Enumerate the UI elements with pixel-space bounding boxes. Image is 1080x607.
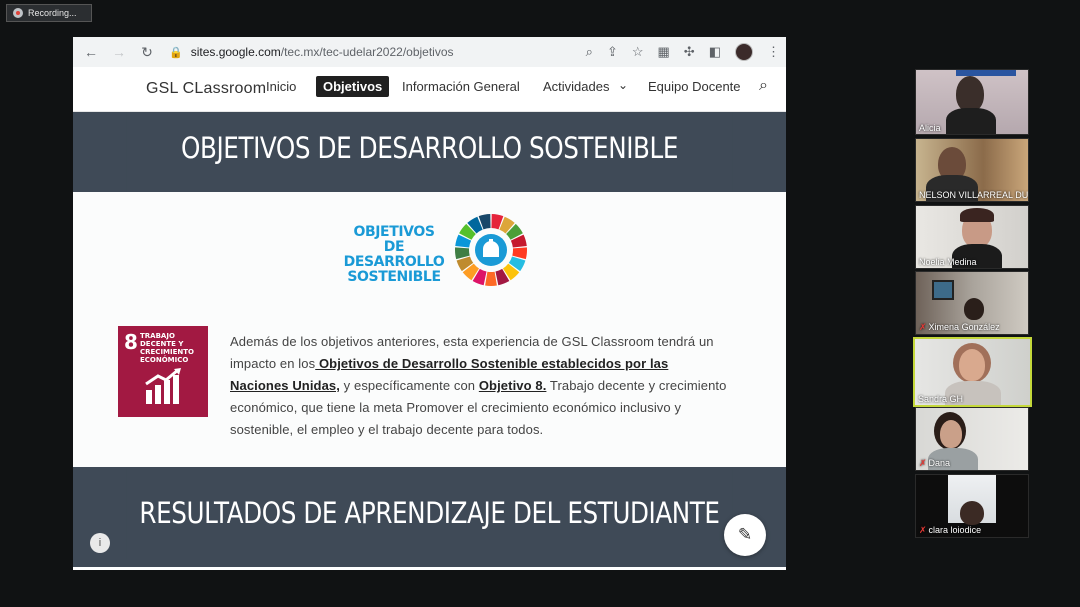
qr-code-icon[interactable]: ▦ xyxy=(658,44,670,60)
participant-tile[interactable]: ✗ clara loiodice xyxy=(915,474,1029,538)
participant-body xyxy=(946,108,996,134)
sdg-logo: OBJETIVOS DE DESARROLLO SOSTENIBLE xyxy=(338,212,538,292)
bookmark-star-icon[interactable]: ☆ xyxy=(632,44,644,60)
zoom-search-icon[interactable]: ⌕ xyxy=(586,44,593,60)
participant-name: Alicia xyxy=(919,123,941,133)
mic-muted-icon: ✗ xyxy=(919,322,927,332)
mic-muted-icon: ✗ xyxy=(919,458,927,468)
lock-icon[interactable]: 🔒 xyxy=(169,46,183,59)
sdg-wheel-segment xyxy=(485,271,497,286)
site-header: GSL CLassroom Inicio Objetivos Informaci… xyxy=(73,67,786,112)
nav-inicio[interactable]: Inicio xyxy=(266,79,296,94)
site-brand[interactable]: GSL CLassroom xyxy=(146,80,266,98)
participant-tile[interactable]: ✗ Dana xyxy=(915,407,1029,471)
recording-icon xyxy=(13,8,23,18)
side-panel-icon[interactable]: ◧ xyxy=(709,44,721,60)
participant-name-text: Ximena González xyxy=(928,322,1000,332)
participant-face xyxy=(960,501,984,525)
participant-face xyxy=(940,420,962,448)
heading-band: OBJETIVOS DE DESARROLLO SOSTENIBLE xyxy=(73,112,786,192)
video-edge xyxy=(956,70,1016,76)
participant-face xyxy=(959,349,985,381)
sdg-wheel-icon xyxy=(455,214,527,286)
forward-arrow-icon[interactable]: → xyxy=(109,44,129,60)
participant-name-text: Dana xyxy=(928,458,951,468)
kebab-menu-icon[interactable]: ⋮ xyxy=(767,44,780,60)
profile-avatar[interactable] xyxy=(735,43,753,61)
heading-band-2: RESULTADOS DE APRENDIZAJE DEL ESTUDIANTE… xyxy=(73,467,786,567)
reload-icon[interactable]: ↻ xyxy=(137,44,157,61)
address-bar[interactable]: sites.google.com/tec.mx/tec-udelar2022/o… xyxy=(191,45,454,59)
participant-tile[interactable]: Noelia Medina xyxy=(915,205,1029,269)
extensions-puzzle-icon[interactable]: ✣ xyxy=(684,44,695,60)
browser-window: ← → ↻ 🔒 sites.google.com/tec.mx/tec-udel… xyxy=(73,37,786,570)
sdg8-label: TRABAJO DECENTE Y CRECIMIENTO ECONÓMICO xyxy=(140,332,194,364)
sdg8-number: 8 xyxy=(124,330,138,354)
growth-chart-icon xyxy=(145,368,181,404)
sdg-logo-text: OBJETIVOS DE DESARROLLO SOSTENIBLE xyxy=(338,225,450,285)
recording-label: Recording... xyxy=(28,8,77,18)
participant-hair xyxy=(960,208,994,222)
url-host: sites.google.com xyxy=(190,45,281,59)
share-icon[interactable]: ⇪ xyxy=(607,44,618,60)
objetivo-8-link[interactable]: Objetivo 8. xyxy=(479,378,547,393)
participant-name: ✗ clara loiodice xyxy=(919,525,981,536)
chevron-down-icon[interactable]: ⌄ xyxy=(618,78,628,92)
participant-tile-speaking[interactable]: Sandra GH xyxy=(913,337,1032,407)
participant-name: ✗ Ximena González xyxy=(919,322,1000,333)
url-path: /tec.mx/tec-udelar2022/objetivos xyxy=(280,45,454,59)
info-icon[interactable]: i xyxy=(90,533,110,553)
logo-line-3: SOSTENIBLE xyxy=(347,269,441,285)
wall-picture xyxy=(932,280,954,300)
sdg8-badge: 8 TRABAJO DECENTE Y CRECIMIENTO ECONÓMIC… xyxy=(118,326,208,417)
content-section: OBJETIVOS DE DESARROLLO SOSTENIBLE 8 TRA… xyxy=(73,192,786,467)
nav-objetivos[interactable]: Objetivos xyxy=(316,76,390,97)
browser-toolbar: ← → ↻ 🔒 sites.google.com/tec.mx/tec-udel… xyxy=(73,37,786,67)
recording-indicator[interactable]: Recording... xyxy=(6,4,92,22)
search-icon[interactable]: ⌕ xyxy=(759,77,768,95)
participant-face xyxy=(956,76,984,112)
participant-name: ✗ Dana xyxy=(919,458,950,469)
participant-name-text: clara loiodice xyxy=(928,525,982,535)
nav-informacion-general[interactable]: Información General xyxy=(402,79,520,94)
section-heading-objetivos: OBJETIVOS DE DESARROLLO SOSTENIBLE xyxy=(126,112,733,192)
mic-muted-icon: ✗ xyxy=(919,525,927,535)
participant-tile[interactable]: ✗ Ximena González xyxy=(915,271,1029,335)
para-text-2: y específicamente con xyxy=(339,378,479,393)
logo-line-2: DE DESARROLLO xyxy=(343,239,445,270)
participant-name: NELSON VILLARREAL DU... xyxy=(919,190,1029,200)
edit-pencil-icon[interactable]: ✎ xyxy=(724,514,766,556)
participant-tile[interactable]: Alicia xyxy=(915,69,1029,135)
nav-actividades[interactable]: Actividades xyxy=(543,79,609,94)
logo-line-1: OBJETIVOS xyxy=(353,224,435,240)
sdg-paragraph: Además de los objetivos anteriores, esta… xyxy=(230,331,730,441)
participant-name: Noelia Medina xyxy=(919,257,977,267)
participant-face xyxy=(964,298,984,320)
participant-tile[interactable]: NELSON VILLARREAL DU... xyxy=(915,138,1029,202)
section-heading-resultados: RESULTADOS DE APRENDIZAJE DEL ESTUDIANTE xyxy=(126,467,733,559)
nav-equipo-docente[interactable]: Equipo Docente xyxy=(648,79,741,94)
participant-name: Sandra GH xyxy=(918,394,964,404)
back-arrow-icon[interactable]: ← xyxy=(81,44,101,60)
